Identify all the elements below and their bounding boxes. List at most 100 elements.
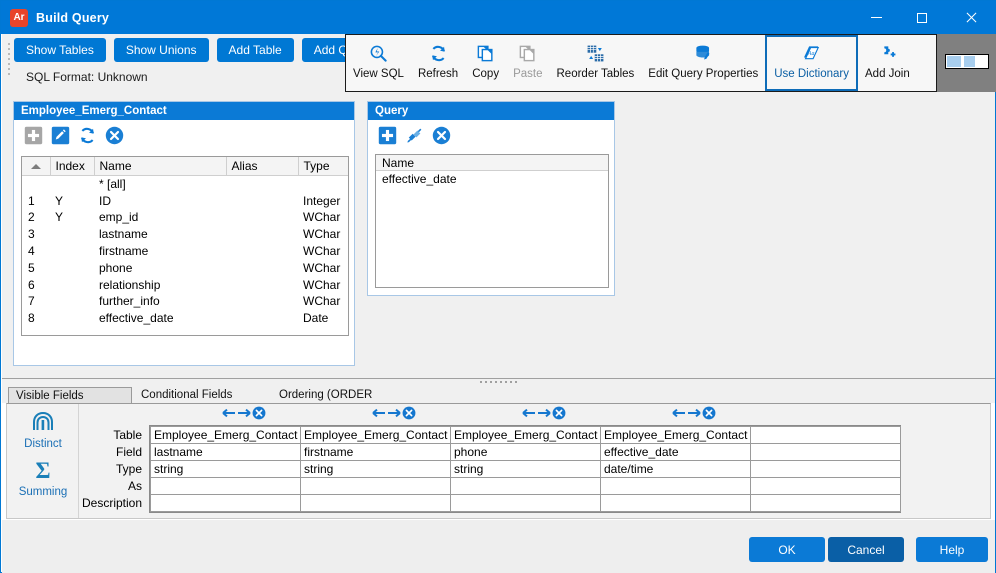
svg-text:Σ: Σ — [35, 458, 50, 482]
cell-type-3[interactable]: string — [450, 460, 601, 478]
field-definition-grid[interactable]: Employee_Emerg_Contact Employee_Emerg_Co… — [149, 425, 901, 513]
cell-field-2[interactable]: firstname — [300, 443, 451, 461]
toolbar-overflow-widget[interactable] — [945, 54, 989, 69]
tab-ordering[interactable]: Ordering (ORDER BY) — [272, 387, 386, 415]
table-row[interactable]: 1 Y ID Integer — [22, 192, 348, 209]
remove-query-item-button[interactable] — [432, 126, 451, 145]
delete-icon[interactable] — [252, 406, 266, 423]
fields-col-type[interactable]: Type — [298, 157, 348, 176]
arrow-left-icon[interactable] — [672, 407, 686, 422]
delete-icon[interactable] — [702, 406, 716, 423]
cell-field-4[interactable]: effective_date — [600, 443, 751, 461]
arrow-right-icon[interactable] — [387, 407, 401, 422]
add-table-button[interactable]: Add Table — [216, 38, 294, 62]
remove-field-button[interactable] — [105, 126, 124, 145]
toolbar-gripper[interactable] — [6, 40, 12, 84]
toolbar-paste[interactable]: Paste — [506, 35, 549, 91]
table-row[interactable]: 8 effective_date Date — [22, 310, 348, 327]
cell-field-1[interactable]: lastname — [150, 443, 301, 461]
toolbar-view-sql[interactable]: View SQL — [346, 35, 411, 91]
cell-field-3[interactable]: phone — [450, 443, 601, 461]
refresh-fields-button[interactable] — [78, 126, 97, 145]
field-alias — [226, 310, 298, 327]
toolbar-refresh[interactable]: Refresh — [411, 35, 465, 91]
query-fields-list[interactable]: Name effective_date — [375, 154, 609, 288]
cell-as-5[interactable] — [750, 477, 901, 495]
help-button[interactable]: Help — [916, 537, 988, 562]
main-toolbar: View SQL Refresh Copy Paste Reorder Tabl — [345, 34, 937, 92]
tab-conditional-fields[interactable]: Conditional Fields (WHERE) — [134, 387, 270, 415]
cell-description-1[interactable] — [150, 494, 301, 512]
table-row[interactable]: 2 Y emp_id WChar — [22, 209, 348, 226]
cell-table-3[interactable]: Employee_Emerg_Contact — [450, 426, 601, 444]
cell-as-4[interactable] — [600, 477, 751, 495]
cell-description-4[interactable] — [600, 494, 751, 512]
fields-grid[interactable]: Index Name Alias Type * [all] 1 Y ID Int… — [21, 156, 349, 336]
arrow-left-icon[interactable] — [522, 407, 536, 422]
table-row[interactable]: 4 firstname WChar — [22, 243, 348, 260]
toolbar-add-join-label: Add Join — [865, 68, 910, 80]
cell-as-2[interactable] — [300, 477, 451, 495]
arrow-right-icon[interactable] — [537, 407, 551, 422]
row-label-field: Field — [115, 445, 142, 459]
list-item[interactable]: effective_date — [376, 171, 608, 187]
table-row[interactable]: 3 lastname WChar — [22, 226, 348, 243]
toolbar-add-join[interactable]: Add Join — [858, 35, 917, 91]
show-unions-button[interactable]: Show Unions — [113, 38, 209, 62]
cell-table-4[interactable]: Employee_Emerg_Contact — [600, 426, 751, 444]
query-list-header[interactable]: Name — [376, 155, 608, 171]
add-field-button[interactable] — [24, 126, 43, 145]
delete-icon[interactable] — [552, 406, 566, 423]
cell-type-5[interactable] — [750, 460, 901, 478]
cell-table-2[interactable]: Employee_Emerg_Contact — [300, 426, 451, 444]
cell-field-5[interactable] — [750, 443, 901, 461]
fields-col-alias[interactable]: Alias — [226, 157, 299, 176]
edit-join-button[interactable] — [405, 126, 424, 145]
fields-col-index[interactable]: Index — [50, 157, 95, 176]
tab-visible-fields[interactable]: Visible Fields (SELECT) — [8, 387, 132, 416]
cell-description-2[interactable] — [300, 494, 451, 512]
toolbar-copy[interactable]: Copy — [465, 35, 506, 91]
cell-table-5[interactable] — [750, 426, 901, 444]
field-type: Date — [303, 311, 329, 326]
edit-field-button[interactable] — [51, 126, 70, 145]
cell-type-4[interactable]: date/time — [600, 460, 751, 478]
horizontal-splitter[interactable] — [2, 375, 995, 387]
minimize-button[interactable] — [853, 1, 899, 34]
toolbar-use-dictionary[interactable]: Aa Use Dictionary — [765, 35, 858, 91]
grid-side-tools: Distinct Σ Summing — [7, 404, 79, 518]
cell-description-5[interactable] — [750, 494, 901, 512]
cell-type-1[interactable]: string — [150, 460, 301, 478]
cell-type-2[interactable]: string — [300, 460, 451, 478]
cell-as-1[interactable] — [150, 477, 301, 495]
field-alias — [226, 243, 298, 260]
cell-as-3[interactable] — [450, 477, 601, 495]
table-row[interactable]: 7 further_info WChar — [22, 293, 348, 310]
field-num: 8 — [28, 311, 35, 326]
distinct-fingerprint-icon — [30, 412, 56, 437]
delete-icon[interactable] — [402, 406, 416, 423]
cell-table-1[interactable]: Employee_Emerg_Contact — [150, 426, 301, 444]
cell-description-3[interactable] — [450, 494, 601, 512]
add-query-item-button[interactable] — [378, 126, 397, 145]
close-button[interactable] — [945, 1, 996, 34]
row-label-table: Table — [113, 428, 142, 442]
table-row[interactable]: 6 relationship WChar — [22, 276, 348, 293]
distinct-button[interactable]: Distinct — [7, 410, 79, 450]
summing-button[interactable]: Σ Summing — [7, 458, 79, 498]
fields-col-name[interactable]: Name — [94, 157, 227, 176]
arrow-left-icon[interactable] — [222, 407, 236, 422]
table-row[interactable]: 5 phone WChar — [22, 259, 348, 276]
toolbar-reorder-tables[interactable]: Reorder Tables — [550, 35, 642, 91]
arrow-left-icon[interactable] — [372, 407, 386, 422]
svg-text:Aa: Aa — [807, 51, 815, 57]
toolbar-edit-query-properties[interactable]: Edit Query Properties — [641, 35, 765, 91]
maximize-button[interactable] — [899, 1, 945, 34]
ok-button[interactable]: OK — [749, 537, 825, 562]
table-row[interactable]: * [all] — [22, 176, 348, 193]
fields-col-sort[interactable] — [22, 157, 51, 176]
cancel-button[interactable]: Cancel — [828, 537, 904, 562]
show-tables-button[interactable]: Show Tables — [14, 38, 106, 62]
arrow-right-icon[interactable] — [687, 407, 701, 422]
arrow-right-icon[interactable] — [237, 407, 251, 422]
